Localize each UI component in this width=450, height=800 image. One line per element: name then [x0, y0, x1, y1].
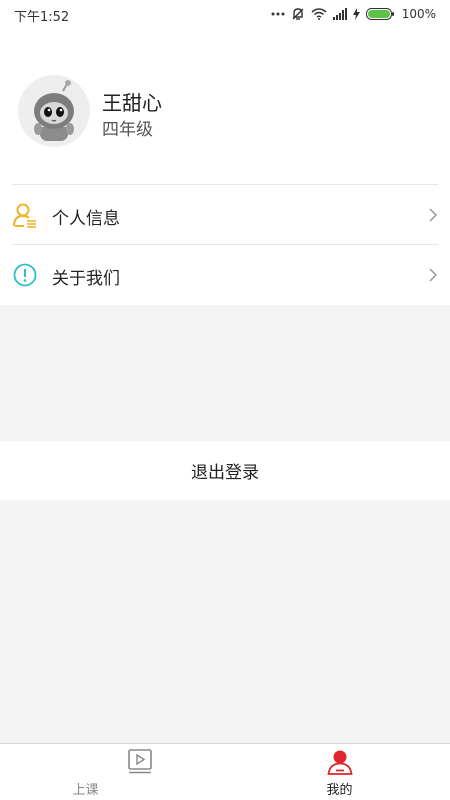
mute-icon [292, 8, 304, 20]
robot-avatar-icon[interactable] [18, 75, 90, 147]
tab-lessons[interactable]: 上课 [0, 744, 225, 800]
profile-icon [327, 750, 353, 775]
status-icons: 100% [271, 5, 436, 23]
profile-name: 王甜心 [102, 91, 162, 115]
charging-icon [352, 8, 360, 20]
menu-item-label: 个人信息 [52, 209, 120, 229]
signal-icon [332, 8, 347, 20]
logout-button[interactable]: 退出登录 [0, 441, 450, 500]
profile-grade: 四年级 [102, 120, 153, 140]
status-time: 下午1:52 [14, 10, 70, 25]
tab-mine[interactable]: 我的 [225, 744, 450, 800]
dots-icon [271, 12, 285, 16]
tab-label: 上课 [72, 783, 99, 798]
status-bar: 下午1:52 100% [0, 0, 450, 28]
bottom-tab-bar: 上课 我的 [0, 743, 450, 800]
battery-icon [365, 8, 394, 20]
chevron-right-icon [429, 208, 438, 222]
chevron-right-icon [429, 268, 438, 282]
menu-item-label: 关于我们 [52, 269, 120, 289]
video-lesson-icon [128, 749, 152, 774]
tab-label: 我的 [326, 783, 353, 798]
battery-percent: 100% [401, 7, 436, 21]
info-circle-icon [13, 263, 37, 287]
user-info-icon [13, 203, 36, 228]
menu-item-personal-info[interactable]: 个人信息 [0, 185, 450, 245]
wifi-icon [311, 8, 327, 20]
profile-header[interactable]: 王甜心 四年级 [18, 75, 438, 147]
menu-item-about-us[interactable]: 关于我们 [0, 245, 450, 305]
